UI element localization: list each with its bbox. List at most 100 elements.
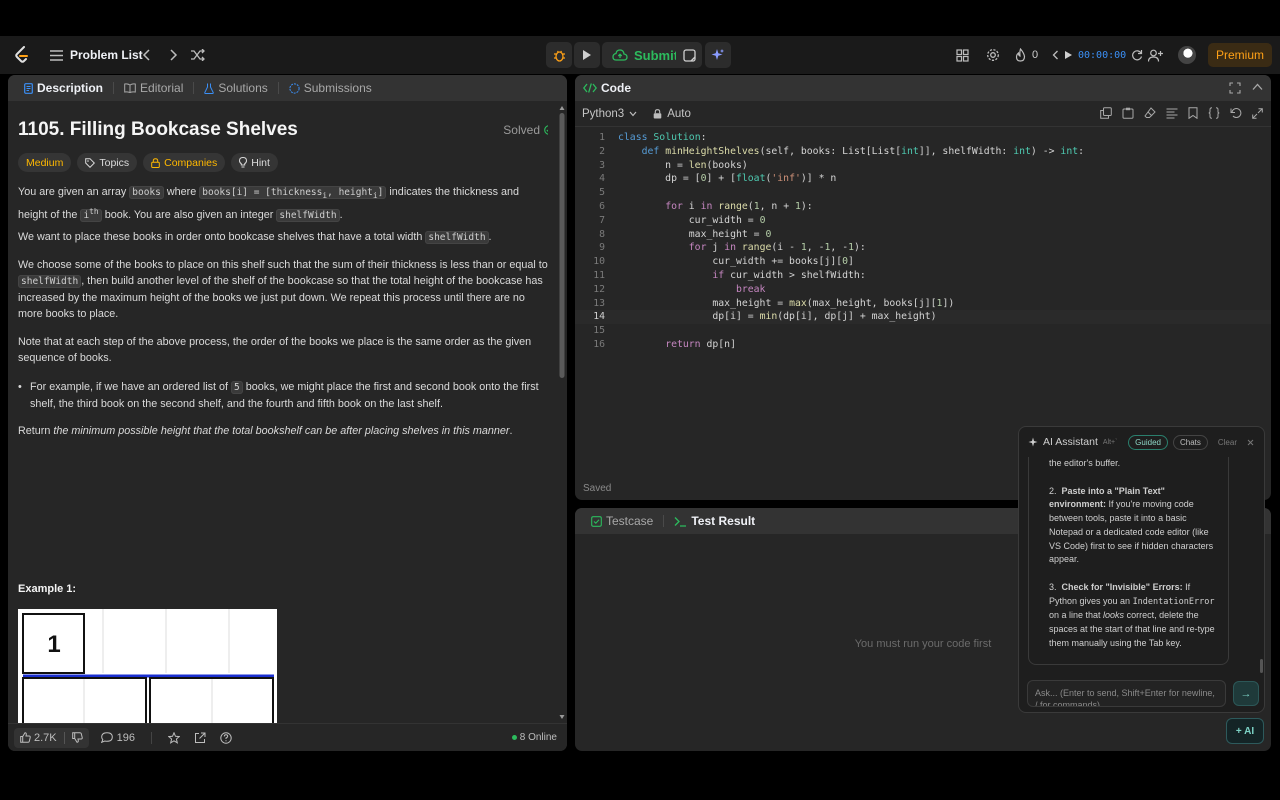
streak-count: 0 <box>1032 49 1039 61</box>
gear-icon <box>986 48 1000 62</box>
hint-tag[interactable]: Hint <box>231 153 278 172</box>
arrow-right-icon: → <box>1240 687 1252 700</box>
notes-button[interactable] <box>676 42 702 68</box>
code-line: 5 <box>599 187 605 199</box>
tab-solutions[interactable]: Solutions <box>198 75 273 101</box>
copy-icon[interactable] <box>1100 107 1112 119</box>
lightbulb-icon <box>239 157 248 168</box>
next-problem-button[interactable] <box>168 36 178 74</box>
companies-tag[interactable]: Companies <box>143 153 226 172</box>
share-icon[interactable] <box>194 732 206 744</box>
chevron-up-icon[interactable] <box>1252 83 1263 91</box>
tab-test-result[interactable]: Test Result <box>668 508 761 534</box>
close-icon[interactable] <box>1247 439 1254 446</box>
code-line: 1 class Solution: <box>599 132 707 143</box>
like-button[interactable]: 2.7K <box>14 727 89 748</box>
chevron-left-icon <box>142 49 152 61</box>
layout-button[interactable] <box>956 36 969 74</box>
paste-icon[interactable] <box>1122 107 1134 119</box>
code-editor[interactable]: 1 class Solution: 2 def minHeightShelves(… <box>575 131 1271 352</box>
format-icon[interactable] <box>1166 107 1178 119</box>
timer-widget: 00:00:00 <box>1052 36 1143 74</box>
example-book-number: 1 <box>47 631 60 658</box>
grid-layout-icon <box>956 48 969 62</box>
tab-submissions-label: Submissions <box>303 81 372 95</box>
braces-icon[interactable] <box>1208 107 1220 119</box>
prev-problem-button[interactable] <box>142 36 152 74</box>
description-scrollbar[interactable] <box>559 105 565 745</box>
undo-icon[interactable] <box>1230 107 1242 119</box>
problem-list-button[interactable]: Problem List <box>50 36 143 74</box>
debug-button[interactable] <box>546 42 572 68</box>
thumbs-up-icon <box>20 732 31 743</box>
chevron-left-icon[interactable] <box>1052 50 1059 60</box>
code-line: 13 max_height = max(max_height, books[j]… <box>593 297 955 309</box>
tab-submissions[interactable]: Submissions <box>283 75 378 101</box>
difficulty-badge: Medium <box>18 153 72 172</box>
help-icon[interactable] <box>220 731 232 744</box>
tab-editorial-label: Editorial <box>140 81 184 95</box>
tab-testcase[interactable]: Testcase <box>585 508 659 534</box>
avatar[interactable] <box>1178 36 1196 74</box>
clear-button[interactable]: Clear <box>1213 438 1242 447</box>
comment-icon <box>100 732 113 743</box>
description-paragraph: Return the minimum possible height that … <box>18 425 513 437</box>
editor-actions <box>1100 107 1263 119</box>
document-icon <box>24 82 33 94</box>
problem-tags: Medium Topics Companies Hint <box>18 153 278 172</box>
ai-shortcut-hint: Alt+` <box>1102 438 1118 446</box>
reset-icon[interactable] <box>1131 49 1143 61</box>
comments-button[interactable]: 196 <box>100 732 135 744</box>
ai-assistant-header: AI Assistant Alt+` Guided Chats Clear <box>1019 427 1264 457</box>
code-line: 3 n = len(books) <box>599 159 748 171</box>
code-line: 6 for i in range(1, n + 1): <box>599 200 813 212</box>
note-icon <box>682 48 696 62</box>
maximize-icon[interactable] <box>1229 82 1241 94</box>
tab-divider <box>193 82 195 94</box>
eraser-icon[interactable] <box>1144 107 1156 119</box>
settings-button[interactable] <box>986 36 1000 74</box>
submit-label: Submit <box>634 47 679 63</box>
language-select[interactable]: Python3 <box>582 108 637 120</box>
ai-sparkle-button[interactable] <box>705 42 731 68</box>
ai-toggle-button[interactable]: + AI <box>1226 718 1264 744</box>
tab-editorial[interactable]: Editorial <box>118 75 189 101</box>
leetcode-logo-icon[interactable] <box>14 36 30 74</box>
description-footer: 2.7K 196 8 Online <box>8 723 567 751</box>
random-problem-button[interactable] <box>191 36 205 74</box>
code-line: 12 break <box>593 283 766 295</box>
ai-message-paragraph: 2. Paste into a "Plain Text" environment… <box>1049 485 1214 565</box>
online-count: 8 Online <box>519 732 557 743</box>
topics-tag[interactable]: Topics <box>77 153 138 172</box>
timer-play-icon[interactable] <box>1064 50 1073 60</box>
description-paragraph: You are given an array books where books… <box>18 186 520 223</box>
description-tabs: Description Editorial Solutions Submissi… <box>8 75 567 101</box>
code-line: 8 max_height = 0 <box>599 228 772 240</box>
ai-message: the editor's buffer. 2. Paste into a "Pl… <box>1028 457 1229 665</box>
bookmark-icon[interactable] <box>1188 107 1198 119</box>
streak-counter[interactable]: 0 <box>1015 36 1038 74</box>
ai-scrollbar[interactable] <box>1260 659 1263 673</box>
expand-icon[interactable] <box>1252 107 1263 119</box>
flask-icon <box>204 83 215 94</box>
online-dot-icon <box>511 735 517 740</box>
ai-input[interactable]: Ask... (Enter to send, Shift+Enter for n… <box>1027 680 1226 707</box>
add-friend-button[interactable] <box>1148 36 1163 74</box>
thumbs-down-icon[interactable] <box>71 732 83 743</box>
chats-button[interactable]: Chats <box>1172 434 1208 450</box>
guided-toggle[interactable]: Guided <box>1128 434 1168 450</box>
code-line: 4 dp = [0] + [float('inf')] * n <box>599 173 837 185</box>
book-icon <box>124 83 136 93</box>
ai-assistant-panel: AI Assistant Alt+` Guided Chats Clear th… <box>1018 426 1265 713</box>
auto-mode[interactable]: Auto <box>653 108 691 120</box>
problem-list-label: Problem List <box>70 48 143 62</box>
play-icon <box>582 49 592 61</box>
ai-send-button[interactable]: → <box>1233 681 1259 706</box>
sparkle-icon <box>1028 437 1038 447</box>
tab-testcase-label: Testcase <box>606 514 654 528</box>
code-brackets-icon <box>583 83 597 93</box>
run-button[interactable] <box>574 42 600 68</box>
tab-description[interactable]: Description <box>18 75 109 101</box>
premium-button[interactable]: Premium <box>1208 43 1272 67</box>
star-icon[interactable] <box>168 731 180 744</box>
